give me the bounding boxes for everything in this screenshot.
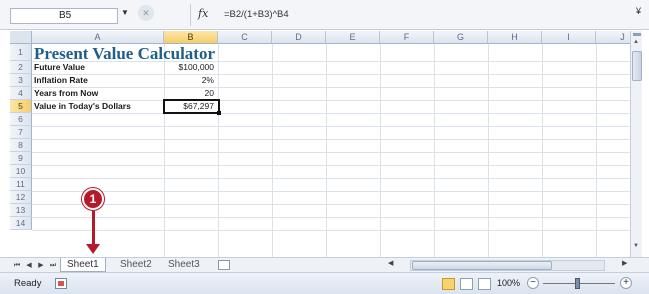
gridline [326,44,327,257]
formula-bar-divider [190,4,191,26]
callout-arrow-head [86,244,100,254]
column-header-b[interactable]: B [164,31,218,44]
row-header-14[interactable]: 14 [10,217,32,230]
column-header-g[interactable]: G [434,31,488,44]
status-bar: Ready 100% − + [0,272,649,294]
cell-a3[interactable]: Inflation Rate [34,74,162,87]
gridline [32,139,630,140]
active-cell-selection[interactable] [163,99,220,114]
select-all-corner[interactable] [10,31,32,44]
gridline [434,44,435,257]
gridline [272,44,273,257]
row-header-1[interactable]: 1 [10,44,32,61]
gridline [542,44,543,257]
insert-function-icon[interactable]: fx [198,7,208,20]
zoom-out-button[interactable]: − [527,277,539,289]
gridline [164,44,165,257]
cancel-icon[interactable]: ✕ [138,5,154,21]
gridline [596,44,597,257]
row-header-4[interactable]: 4 [10,87,32,100]
row-header-12[interactable]: 12 [10,191,32,204]
cell-a5[interactable]: Value in Today's Dollars [34,100,162,113]
cell-a4[interactable]: Years from Now [34,87,162,100]
first-sheet-icon[interactable]: ⏮ [12,259,22,272]
gridline [32,113,630,114]
column-header-j[interactable]: J [596,31,630,44]
column-header-i[interactable]: I [542,31,596,44]
zoom-slider-thumb[interactable] [575,278,580,289]
gridline [32,178,630,179]
scroll-down-icon[interactable]: ▼ [633,243,639,249]
formula-input[interactable]: =B2/(1+B3)^B4 [214,8,629,24]
row-header-5[interactable]: 5 [10,100,32,113]
scroll-right-icon[interactable]: ▶ [622,259,627,267]
row-header-7[interactable]: 7 [10,126,32,139]
callout-arrow-line [92,211,95,247]
row-header-10[interactable]: 10 [10,165,32,178]
row-header-8[interactable]: 8 [10,139,32,152]
page-break-preview-button[interactable] [478,278,491,290]
next-sheet-icon[interactable]: ▶ [36,259,46,272]
gridline [32,165,630,166]
column-header-d[interactable]: D [272,31,326,44]
row-header-9[interactable]: 9 [10,152,32,165]
callout-badge: 1 [82,188,104,210]
split-box[interactable] [633,33,641,36]
normal-view-button[interactable] [442,278,455,290]
cell-b3[interactable]: 2% [166,74,214,87]
last-sheet-icon[interactable]: ⏭ [48,259,58,272]
cell-b2[interactable]: $100,000 [166,61,214,74]
gridline [32,191,630,192]
name-box[interactable]: B5 [10,8,118,24]
row-header-6[interactable]: 6 [10,113,32,126]
column-header-f[interactable]: F [380,31,434,44]
gridline [32,152,630,153]
tab-sheet1[interactable]: Sheet1 [60,258,106,272]
zoom-level[interactable]: 100% [497,278,520,288]
column-header-a[interactable]: A [32,31,164,44]
formula-bar: B5 ▼ ✕ fx =B2/(1+B3)^B4 ¥ [0,0,649,30]
row-header-3[interactable]: 3 [10,74,32,87]
column-header-h[interactable]: H [488,31,542,44]
fill-handle[interactable] [217,111,221,115]
cell-a2[interactable]: Future Value [34,61,162,74]
gridline [380,44,381,257]
page-layout-view-button[interactable] [460,278,473,290]
row-header-11[interactable]: 11 [10,178,32,191]
status-text: Ready [14,278,42,289]
row-header-2[interactable]: 2 [10,61,32,74]
gridline [32,217,630,218]
name-box-dropdown-icon[interactable]: ▼ [121,8,129,17]
vertical-scroll-thumb[interactable] [632,51,642,81]
tab-sheet2[interactable]: Sheet2 [114,258,158,272]
row-header-13[interactable]: 13 [10,204,32,217]
gridline [488,44,489,257]
scroll-up-icon[interactable]: ▲ [633,39,639,45]
tab-sheet3[interactable]: Sheet3 [162,258,206,272]
zoom-in-button[interactable]: + [620,277,632,289]
expand-formula-bar-icon[interactable]: ¥ [636,6,641,16]
gridline [32,204,630,205]
worksheet-grid[interactable]: A B C D E F G H I J 1 2 3 4 5 6 7 8 9 10… [10,31,630,257]
cell-a1-title[interactable]: Present Value Calculator [34,45,215,62]
record-macro-icon[interactable] [55,278,67,289]
sheet-tabs-bar: ⏮ ◀ ▶ ⏭ Sheet1 Sheet2 Sheet3 ◀ ▶ [0,257,649,272]
column-header-e[interactable]: E [326,31,380,44]
scroll-left-icon[interactable]: ◀ [388,259,393,267]
column-header-c[interactable]: C [218,31,272,44]
gridline [32,126,630,127]
insert-worksheet-icon[interactable] [218,260,230,270]
prev-sheet-icon[interactable]: ◀ [24,259,34,272]
gridline [218,44,219,257]
gridline [32,230,630,231]
vertical-scrollbar[interactable]: ▲ ▼ [630,31,642,257]
horizontal-scroll-thumb[interactable] [412,261,552,270]
